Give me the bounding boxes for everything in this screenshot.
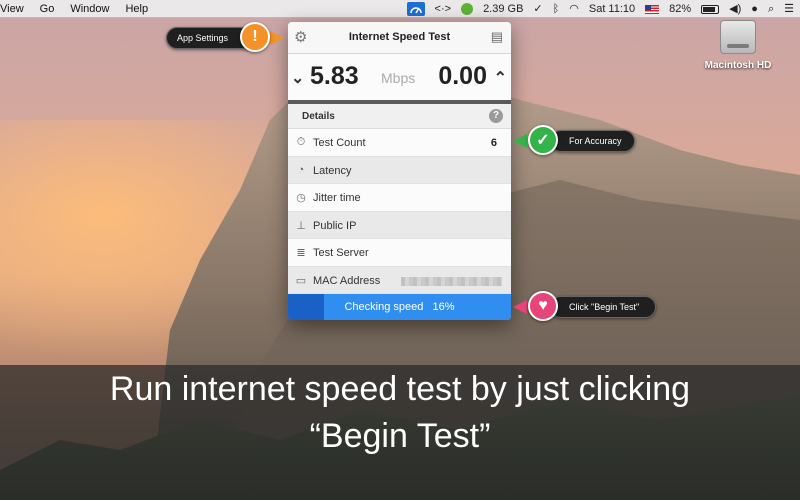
row-label: MAC Address	[313, 274, 381, 287]
callout-for-accuracy: For Accuracy	[550, 130, 635, 152]
row-test-count: ⏱ Test Count 6	[288, 129, 511, 157]
status-dot-icon[interactable]	[461, 3, 474, 15]
stopwatch-icon: ⏱	[296, 136, 306, 148]
exclamation-icon: !	[240, 22, 270, 52]
menu-view[interactable]: View	[0, 0, 24, 18]
heart-icon: ♥	[528, 291, 558, 321]
battery-text[interactable]: 82%	[669, 0, 691, 18]
callout-pointer	[513, 300, 527, 314]
spotlight-icon[interactable]: ⌕	[768, 0, 774, 18]
panel-title: Internet Speed Test	[348, 31, 451, 43]
notification-center-icon[interactable]: ☰	[784, 0, 794, 18]
wifi-icon[interactable]: ◠	[569, 0, 579, 18]
upload-value: 0.00	[438, 62, 487, 90]
details-label: Details	[302, 111, 335, 122]
row-label: Test Count	[313, 137, 366, 149]
menu-extras: <·> 2.39 GB ✓ ᛒ ◠ Sat 11:10 82% ◀) ● ⌕ ☰	[406, 0, 794, 18]
disk-usage-text[interactable]: 2.39 GB	[483, 0, 523, 18]
server-icon: ≣	[296, 247, 306, 259]
callout-begin-test: Click "Begin Test"	[550, 296, 656, 318]
speed-readout: ⌄ 5.83 Mbps 0.00 ⌃	[288, 54, 511, 100]
bluetooth-icon[interactable]: ᛒ	[553, 0, 560, 18]
panel-header: ⚙ Internet Speed Test ▤	[288, 22, 511, 54]
row-value: 6	[490, 137, 497, 149]
check-icon[interactable]: ✓	[533, 0, 542, 18]
checkmark-icon: ✓	[528, 125, 558, 155]
timer-icon: ◷	[296, 192, 306, 204]
progress-label: Checking speed	[344, 301, 424, 313]
menu-bar: View Go Window Help <·> 2.39 GB ✓ ᛒ ◠ Sa…	[0, 0, 800, 18]
download-value: 5.83	[310, 62, 359, 90]
row-label: Test Server	[313, 247, 369, 259]
history-icon[interactable]: ▤	[491, 29, 503, 45]
upload-arrow-icon: ⌃	[493, 70, 507, 87]
menu-left: View Go Window Help	[0, 0, 148, 18]
row-test-server: ≣ Test Server	[288, 239, 511, 267]
clock-text[interactable]: Sat 11:10	[589, 0, 635, 18]
volume-icon[interactable]: ◀)	[729, 0, 741, 18]
menu-go[interactable]: Go	[40, 0, 55, 18]
row-mac-address: ▭ MAC Address	[288, 266, 511, 294]
callout-pointer	[513, 134, 527, 148]
banner-subheadline: “Begin Test”	[309, 417, 491, 455]
mac-address-blurred	[401, 276, 502, 286]
flag-icon[interactable]	[645, 4, 660, 14]
callout-pointer	[270, 31, 284, 45]
speed-test-popup: ⚙ Internet Speed Test ▤ ⌄ 5.83 Mbps 0.00…	[288, 22, 511, 320]
callout-app-settings-label: App Settings	[177, 33, 229, 43]
banner-headline: Run internet speed test by just clicking	[109, 370, 691, 408]
callout-for-accuracy-label: For Accuracy	[569, 136, 622, 146]
row-label: Latency	[313, 164, 352, 177]
row-jitter: ◷ Jitter time	[288, 184, 511, 212]
row-public-ip: ⊥ Public IP	[288, 211, 511, 239]
callout-begin-test-label: Click "Begin Test"	[569, 302, 640, 312]
menu-help[interactable]: Help	[125, 0, 148, 18]
row-latency: ◔ Latency	[288, 156, 511, 184]
battery-icon[interactable]	[701, 4, 720, 14]
menu-window[interactable]: Window	[70, 0, 109, 18]
latency-icon: ◔	[297, 163, 305, 176]
hard-drive-icon[interactable]	[720, 20, 756, 54]
progress-text: Checking speed 16%	[288, 301, 511, 313]
download-arrow-icon: ⌄	[291, 70, 305, 87]
disk-label: Macintosh HD	[704, 60, 772, 71]
progress-percent: 16%	[432, 301, 455, 313]
row-label: Public IP	[313, 219, 357, 232]
speed-test-tray-icon[interactable]	[406, 2, 425, 16]
user-icon[interactable]: ●	[751, 0, 758, 18]
begin-test-button[interactable]: Checking speed 16%	[288, 294, 511, 320]
row-label: Jitter time	[313, 192, 361, 204]
speed-unit: Mbps	[381, 70, 416, 86]
monitor-icon: ▭	[295, 274, 307, 287]
code-icon[interactable]: <·>	[435, 0, 452, 18]
network-icon: ⊥	[296, 219, 306, 232]
desktop-disk-icon[interactable]: Macintosh HD	[703, 20, 773, 71]
details-header: Details ?	[288, 104, 511, 129]
help-icon[interactable]: ?	[489, 109, 503, 123]
